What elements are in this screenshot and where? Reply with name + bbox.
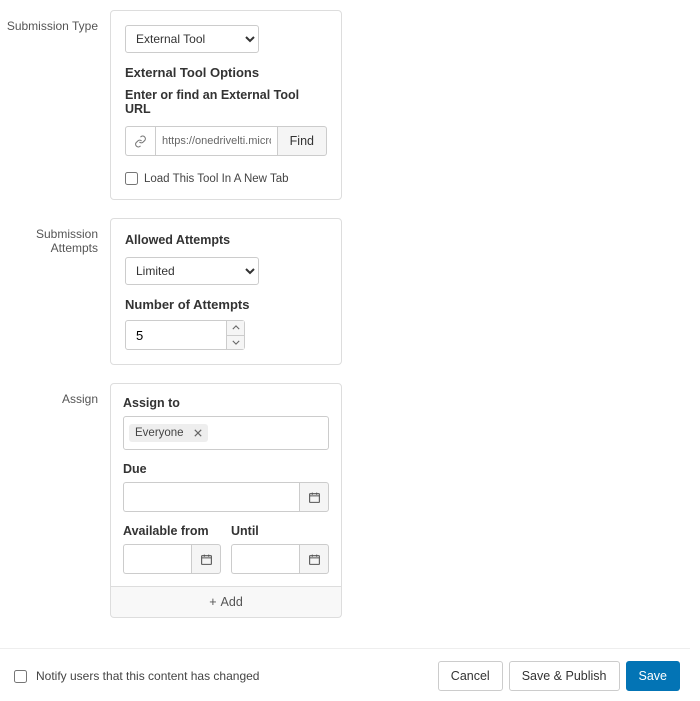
notify-row[interactable]: Notify users that this content has chang… <box>0 667 432 686</box>
assign-to-token-label: Everyone <box>135 427 184 439</box>
calendar-icon <box>308 553 321 566</box>
cancel-button[interactable]: Cancel <box>438 661 503 691</box>
calendar-icon <box>308 491 321 504</box>
plus-icon: + <box>209 595 216 609</box>
chevron-up-icon <box>232 325 240 330</box>
find-button[interactable]: Find <box>277 126 327 156</box>
until-label: Until <box>231 524 329 538</box>
load-new-tab-row[interactable]: Load This Tool In A New Tab <box>125 172 327 185</box>
external-tool-options-heading: External Tool Options <box>125 65 327 80</box>
assign-to-token-remove[interactable] <box>194 429 202 437</box>
submission-attempts-label: Submission Attempts <box>0 218 110 255</box>
external-tool-url-heading: Enter or find an External Tool URL <box>125 88 327 116</box>
assign-to-label: Assign to <box>123 396 329 410</box>
submission-attempts-panel: Allowed Attempts Limited Number of Attem… <box>110 218 342 365</box>
submission-type-label: Submission Type <box>0 10 110 33</box>
allowed-attempts-heading: Allowed Attempts <box>125 233 327 247</box>
load-new-tab-label: Load This Tool In A New Tab <box>144 173 289 185</box>
external-tool-url-input[interactable] <box>155 126 277 156</box>
load-new-tab-checkbox[interactable] <box>125 172 138 185</box>
assign-label: Assign <box>0 383 110 406</box>
submission-type-select[interactable]: External Tool <box>125 25 259 53</box>
due-label: Due <box>123 462 329 476</box>
link-icon <box>125 126 155 156</box>
available-from-label: Available from <box>123 524 221 538</box>
calendar-icon <box>200 553 213 566</box>
assign-to-token: Everyone <box>129 424 208 442</box>
save-button[interactable]: Save <box>626 661 681 691</box>
due-input[interactable] <box>123 482 299 512</box>
due-calendar-button[interactable] <box>299 482 329 512</box>
attempts-step-down[interactable] <box>227 336 244 350</box>
save-publish-button[interactable]: Save & Publish <box>509 661 620 691</box>
submission-type-panel: External Tool External Tool Options Ente… <box>110 10 342 200</box>
add-label: Add <box>221 595 243 609</box>
close-icon <box>194 429 202 437</box>
add-assign-button[interactable]: + Add <box>110 587 342 618</box>
footer: Notify users that this content has chang… <box>0 648 690 691</box>
until-input[interactable] <box>231 544 299 574</box>
chevron-down-icon <box>232 340 240 345</box>
allowed-attempts-select[interactable]: Limited <box>125 257 259 285</box>
notify-checkbox[interactable] <box>14 670 27 683</box>
attempts-step-up[interactable] <box>227 321 244 336</box>
assign-to-input[interactable]: Everyone <box>123 416 329 450</box>
notify-label: Notify users that this content has chang… <box>36 669 259 683</box>
assign-panel: Assign to Everyone Due Available from <box>110 383 342 587</box>
available-from-calendar-button[interactable] <box>191 544 221 574</box>
available-from-input[interactable] <box>123 544 191 574</box>
until-calendar-button[interactable] <box>299 544 329 574</box>
number-of-attempts-heading: Number of Attempts <box>125 297 327 312</box>
